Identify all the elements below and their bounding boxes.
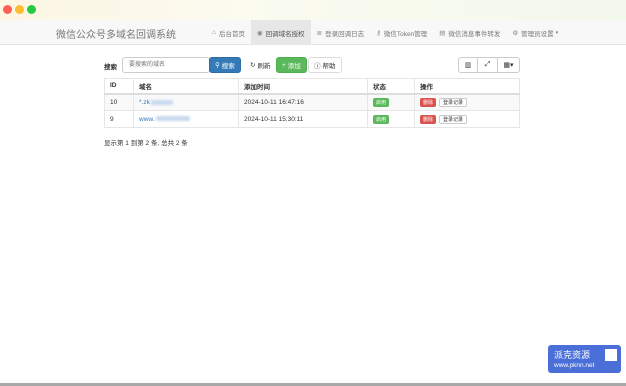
watermark-url: www.pknn.net xyxy=(554,362,595,369)
nav-item-home[interactable]: ⌂ 后台首页 xyxy=(206,20,251,45)
refresh-button[interactable]: ↻ 刷新 xyxy=(244,57,277,73)
cell-time: 2024-10-11 15:30:11 xyxy=(238,110,368,128)
table-icon: ▥ xyxy=(464,62,472,69)
nav-item-login-log[interactable]: ≣ 登录回调日志 xyxy=(311,20,370,45)
cell-status: 启用 xyxy=(367,93,415,111)
caret-down-icon: ▾ xyxy=(555,29,559,36)
column-header-time[interactable]: 添加时间 xyxy=(238,78,368,95)
fullscreen-icon: ⤢ xyxy=(484,61,491,68)
nav-item-label: 登录回调日志 xyxy=(325,30,365,38)
nav-item-label: 后台首页 xyxy=(218,30,245,38)
login-log-button[interactable]: 登录记录 xyxy=(439,114,468,124)
columns-dropdown-button[interactable]: ▦▾ xyxy=(498,57,520,73)
domain-table: ID 域名 添加时间 状态 操作 10 *.zk 2024-10-11 16:4… xyxy=(104,78,520,128)
help-button-label: 帮助 xyxy=(322,63,336,70)
add-button[interactable]: + 添加 xyxy=(276,57,307,73)
login-log-button[interactable]: 登录记录 xyxy=(439,97,468,107)
redacted-text xyxy=(150,99,173,105)
nav-item-label: 微信消息事件转发 xyxy=(448,30,501,38)
brand-title[interactable]: 微信公众号多域名回调系统 xyxy=(56,26,176,41)
cell-id: 9 xyxy=(104,110,134,128)
close-window-button[interactable] xyxy=(3,5,12,14)
qr-code-icon xyxy=(605,349,617,361)
search-label: 搜索 xyxy=(104,64,117,71)
refresh-button-label: 刷新 xyxy=(257,63,271,70)
nav-item-label: 回调域名授权 xyxy=(265,30,305,38)
column-header-status[interactable]: 状态 xyxy=(367,78,415,95)
watermark-title: 派克资源 xyxy=(554,350,591,360)
list-icon: ≣ xyxy=(316,29,323,37)
nav-item-label: 管理员设置 xyxy=(521,30,554,38)
nav-item-label: 微信Token管理 xyxy=(383,30,428,38)
cell-id: 10 xyxy=(104,93,134,111)
fullscreen-button[interactable]: ⤢ xyxy=(478,57,498,73)
maximize-window-button[interactable] xyxy=(27,5,36,14)
nav-item-token[interactable]: ⚷ 微信Token管理 xyxy=(370,20,433,45)
pagination-info: 显示第 1 到第 2 条, 总共 2 条 xyxy=(104,140,188,147)
watermark-logo: 派克资源 www.pknn.net xyxy=(548,345,621,373)
home-icon: ⌂ xyxy=(212,29,216,36)
table-tools: ▥ ⤢ ▦▾ xyxy=(458,57,520,73)
column-header-actions: 操作 xyxy=(414,78,520,95)
cell-status: 启用 xyxy=(367,110,415,128)
table-toolbar: 搜索 ⚲ 搜索 ↻ 刷新 + 添加 ⓘ 帮助 ▥ ⤢ ▦▾ xyxy=(104,57,520,75)
top-navbar: 微信公众号多域名回调系统 ⌂ 后台首页 ◉ 回调域名授权 ≣ 登录回调日志 ⚷ … xyxy=(0,20,626,45)
columns-icon: ▦▾ xyxy=(503,62,514,69)
search-icon: ⚲ xyxy=(215,62,220,69)
nav-item-message-forward[interactable]: ▤ 微信消息事件转发 xyxy=(433,20,506,45)
search-button[interactable]: ⚲ 搜索 xyxy=(209,57,241,73)
table-header-row: ID 域名 添加时间 状态 操作 xyxy=(104,78,520,95)
column-header-id[interactable]: ID xyxy=(104,78,134,95)
help-button[interactable]: ⓘ 帮助 xyxy=(308,57,342,73)
plus-icon: + xyxy=(282,61,286,69)
domain-link[interactable]: *.zk xyxy=(139,99,150,106)
table-row: 10 *.zk 2024-10-11 16:47:16 启用 删除 登录记录 xyxy=(104,93,520,111)
add-button-label: 添加 xyxy=(287,63,301,70)
cell-domain: www. xyxy=(133,110,239,128)
minimize-window-button[interactable] xyxy=(15,5,24,14)
delete-button[interactable]: 删除 xyxy=(420,114,437,124)
info-icon: ⓘ xyxy=(314,63,321,70)
delete-button[interactable]: 删除 xyxy=(420,97,437,107)
key-icon: ⚷ xyxy=(376,29,381,37)
gear-icon: ⚙ xyxy=(512,29,519,37)
column-header-domain[interactable]: 域名 xyxy=(133,78,239,95)
main-nav: ⌂ 后台首页 ◉ 回调域名授权 ≣ 登录回调日志 ⚷ 微信Token管理 ▤ 微… xyxy=(206,20,564,45)
domain-link[interactable]: www. xyxy=(139,116,155,123)
nav-item-domain-auth[interactable]: ◉ 回调域名授权 xyxy=(250,20,311,45)
window-titlebar xyxy=(0,0,626,20)
cell-time: 2024-10-11 16:47:16 xyxy=(238,93,368,111)
list-alt-icon: ▤ xyxy=(439,29,446,37)
table-row: 9 www. 2024-10-11 15:30:11 启用 删除 登录记录 xyxy=(104,110,520,128)
redacted-text xyxy=(155,116,190,122)
cell-domain: *.zk xyxy=(133,93,239,111)
status-badge[interactable]: 启用 xyxy=(373,97,390,107)
toggle-view-button[interactable]: ▥ xyxy=(458,57,478,73)
globe-icon: ◉ xyxy=(256,29,263,37)
nav-item-admin-settings[interactable]: ⚙ 管理员设置 ▾ xyxy=(506,20,564,45)
search-input[interactable] xyxy=(122,57,210,73)
status-badge[interactable]: 启用 xyxy=(373,114,390,124)
cell-actions: 删除 登录记录 xyxy=(414,110,520,128)
cell-actions: 删除 登录记录 xyxy=(414,93,520,111)
search-button-label: 搜索 xyxy=(221,63,235,70)
refresh-icon: ↻ xyxy=(250,62,256,69)
